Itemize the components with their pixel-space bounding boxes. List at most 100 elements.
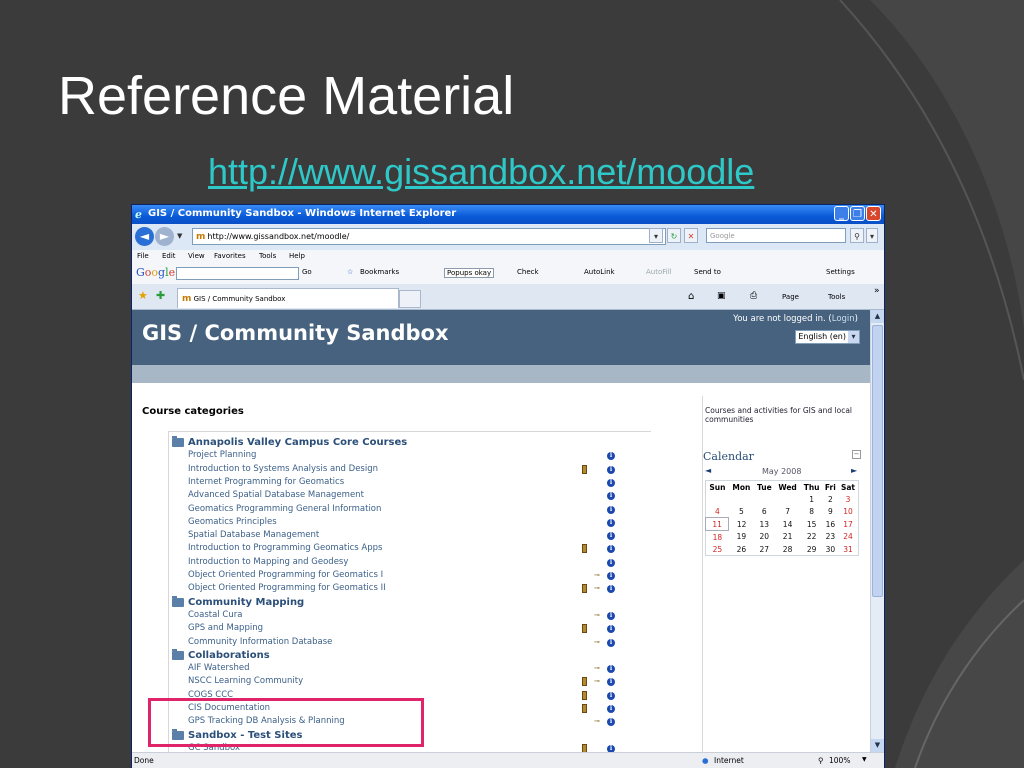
bookmark-star-icon[interactable]: ☆: [347, 268, 353, 276]
favorites-star-icon[interactable]: ★: [138, 289, 148, 302]
calendar-next-button[interactable]: ►: [851, 466, 857, 475]
course-info-icon[interactable]: i: [607, 691, 615, 700]
course-info-icon[interactable]: i: [607, 638, 615, 647]
course-info-icon[interactable]: i: [607, 465, 615, 474]
history-dropdown-icon[interactable]: ▼: [177, 232, 182, 240]
spell-check-button[interactable]: Check: [517, 268, 539, 276]
bookmarks-button[interactable]: Bookmarks: [360, 268, 399, 276]
course-info-icon[interactable]: i: [607, 744, 615, 752]
send-to-button[interactable]: Send to: [694, 268, 721, 276]
course-link[interactable]: Object Oriented Programming for Geomatic…: [188, 582, 386, 595]
calendar-day[interactable]: 1: [801, 493, 823, 505]
calendar-collapse-button[interactable]: −: [852, 450, 861, 459]
popups-okay-button[interactable]: Popups okay: [444, 268, 495, 278]
feeds-icon[interactable]: ▣: [717, 291, 726, 301]
calendar-day[interactable]: 23: [823, 531, 838, 544]
calendar-prev-button[interactable]: ◄: [705, 466, 711, 475]
calendar-day[interactable]: 11: [704, 517, 730, 531]
calendar-day[interactable]: 2: [823, 493, 838, 505]
course-link[interactable]: Introduction to Mapping and Geodesy: [188, 556, 348, 569]
course-info-icon[interactable]: i: [607, 518, 615, 527]
course-link[interactable]: Internet Programming for Geomatics: [188, 476, 344, 489]
menu-file[interactable]: File: [137, 252, 149, 260]
course-link[interactable]: Geomatics Principles: [188, 516, 277, 529]
course-info-icon[interactable]: i: [607, 558, 615, 567]
calendar-day[interactable]: 21: [775, 531, 801, 544]
calendar-day[interactable]: 19: [729, 531, 754, 544]
home-icon[interactable]: ⌂: [688, 291, 694, 302]
calendar-day[interactable]: 6: [754, 505, 775, 518]
calendar-day[interactable]: 4: [706, 505, 729, 518]
calendar-day[interactable]: 9: [823, 505, 838, 518]
autofill-button[interactable]: AutoFill: [646, 268, 672, 276]
url-field[interactable]: m http://www.gissandbox.net/moodle/: [192, 228, 666, 245]
course-info-icon[interactable]: i: [607, 611, 615, 620]
toolbar-overflow-icon[interactable]: »: [874, 286, 880, 296]
course-link[interactable]: Community Information Database: [188, 636, 332, 649]
course-info-icon[interactable]: i: [607, 478, 615, 487]
scroll-down-button[interactable]: ▼: [871, 739, 884, 752]
language-select[interactable]: English (en): [795, 330, 860, 344]
calendar-day[interactable]: 20: [754, 531, 775, 544]
autolink-button[interactable]: AutoLink: [584, 268, 615, 276]
calendar-day[interactable]: 25: [706, 543, 729, 556]
menu-edit[interactable]: Edit: [162, 252, 176, 260]
course-info-icon[interactable]: i: [607, 705, 615, 713]
calendar-day[interactable]: 7: [775, 505, 801, 518]
tab-gis-sandbox[interactable]: m GIS / Community Sandbox: [177, 288, 399, 308]
category-link[interactable]: Collaborations: [188, 649, 270, 662]
calendar-day[interactable]: 8: [801, 505, 823, 518]
stop-button[interactable]: ✕: [684, 228, 698, 243]
calendar-day[interactable]: 31: [838, 543, 859, 556]
menu-view[interactable]: View: [188, 252, 205, 260]
login-link[interactable]: Login: [832, 314, 855, 324]
scroll-thumb[interactable]: [872, 325, 883, 597]
back-button[interactable]: ◄: [135, 227, 154, 246]
add-favorite-icon[interactable]: ✚: [156, 289, 165, 302]
course-link[interactable]: Advanced Spatial Database Management: [188, 489, 364, 502]
menu-favorites[interactable]: Favorites: [214, 252, 246, 260]
calendar-day[interactable]: 18: [706, 531, 729, 544]
zoom-icon[interactable]: ⚲: [818, 756, 824, 765]
minimize-button[interactable]: _: [834, 206, 849, 221]
calendar-day[interactable]: 17: [838, 518, 859, 531]
calendar-day[interactable]: 5: [729, 505, 754, 518]
page-menu[interactable]: Page: [782, 293, 799, 301]
category-link[interactable]: Annapolis Valley Campus Core Courses: [188, 436, 407, 449]
category-link[interactable]: Community Mapping: [188, 596, 304, 609]
scroll-up-button[interactable]: ▲: [871, 310, 884, 323]
moodle-link[interactable]: http://www.gissandbox.net/moodle: [208, 150, 754, 194]
menu-tools[interactable]: Tools: [259, 252, 276, 260]
calendar-day[interactable]: 30: [823, 543, 838, 556]
course-link[interactable]: GPS and Mapping: [188, 622, 263, 635]
course-link[interactable]: Introduction to Systems Analysis and Des…: [188, 463, 378, 476]
calendar-day[interactable]: 22: [801, 531, 823, 544]
zoom-level[interactable]: 100%: [829, 756, 850, 765]
calendar-day[interactable]: 16: [823, 518, 838, 531]
calendar-day[interactable]: 13: [754, 518, 775, 531]
refresh-button[interactable]: ↻: [667, 228, 681, 243]
course-link[interactable]: Project Planning: [188, 449, 256, 462]
calendar-day[interactable]: 12: [729, 518, 754, 531]
course-info-icon[interactable]: i: [607, 572, 615, 580]
calendar-day[interactable]: 24: [838, 531, 859, 544]
calendar-day[interactable]: 3: [838, 493, 859, 505]
course-link[interactable]: Coastal Cura: [188, 609, 242, 622]
vertical-scrollbar[interactable]: ▲ ▼: [870, 310, 884, 752]
calendar-day[interactable]: 14: [775, 518, 801, 531]
search-button[interactable]: ⚲: [850, 228, 864, 243]
new-tab-button[interactable]: [399, 290, 421, 308]
google-search-field[interactable]: [176, 267, 299, 280]
google-go-button[interactable]: Go: [302, 268, 312, 276]
close-button[interactable]: ✕: [866, 206, 881, 221]
zoom-dropdown-icon[interactable]: ▼: [862, 756, 867, 763]
course-link[interactable]: Spatial Database Management: [188, 529, 319, 542]
calendar-day[interactable]: 29: [801, 543, 823, 556]
calendar-day[interactable]: 10: [838, 505, 859, 518]
search-options-button[interactable]: ▾: [866, 228, 878, 243]
menu-help[interactable]: Help: [289, 252, 305, 260]
tools-menu[interactable]: Tools: [828, 293, 845, 301]
course-info-icon[interactable]: i: [607, 505, 615, 514]
course-link[interactable]: Object Oriented Programming for Geomatic…: [188, 569, 383, 582]
calendar-day[interactable]: 28: [775, 543, 801, 556]
